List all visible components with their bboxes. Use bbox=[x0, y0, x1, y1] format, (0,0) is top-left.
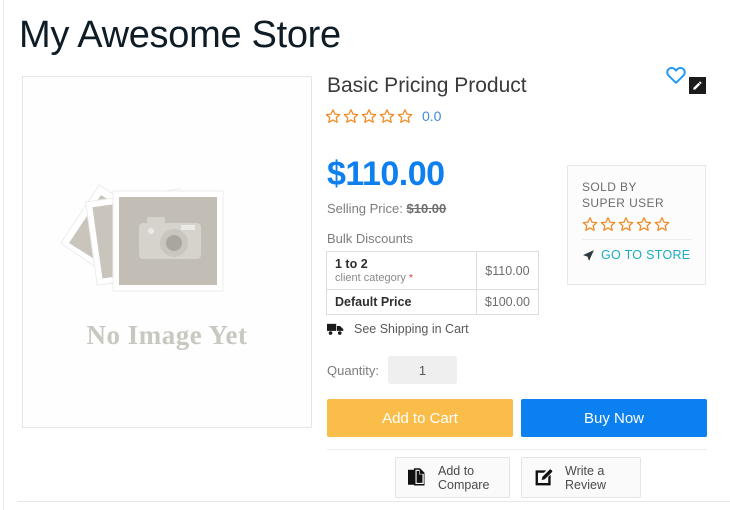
bulk-amount: $100.00 bbox=[475, 289, 540, 315]
bulk-tier-cell: 1 to 2 client category * bbox=[326, 251, 477, 290]
star-outline-icon[interactable] bbox=[636, 216, 652, 232]
write-review-button[interactable]: Write a Review bbox=[521, 457, 641, 498]
no-image-label: No Image Yet bbox=[86, 320, 248, 350]
page-bottom-divider bbox=[17, 501, 730, 502]
heart-icon[interactable] bbox=[665, 64, 687, 86]
no-image-graphic: No Image Yet bbox=[47, 157, 287, 350]
quantity-row: Quantity: bbox=[327, 356, 458, 384]
star-outline-icon[interactable] bbox=[379, 108, 395, 124]
rating-value: 0.0 bbox=[422, 108, 442, 124]
bulk-tier-name: 1 to 2 bbox=[335, 257, 368, 271]
store-title: My Awesome Store bbox=[19, 14, 341, 56]
quantity-label: Quantity: bbox=[327, 362, 380, 378]
write-review-line2: Review bbox=[565, 477, 606, 492]
go-to-store-link[interactable]: GO TO STORE bbox=[582, 248, 705, 262]
bulk-discounts-label: Bulk Discounts bbox=[327, 231, 413, 246]
go-to-store-label: GO TO STORE bbox=[601, 248, 691, 262]
bulk-amount: $110.00 bbox=[475, 251, 540, 290]
write-review-line1: Write a bbox=[565, 463, 605, 478]
star-outline-icon[interactable] bbox=[361, 108, 377, 124]
camera-icon bbox=[139, 217, 201, 259]
quantity-input[interactable] bbox=[388, 356, 458, 384]
bulk-tier-cell: Default Price bbox=[326, 289, 477, 315]
buy-now-button[interactable]: Buy Now bbox=[521, 399, 707, 437]
rating-stars[interactable] bbox=[325, 108, 413, 124]
pencil-edit-icon[interactable] bbox=[689, 77, 706, 94]
star-outline-icon[interactable] bbox=[600, 216, 616, 232]
star-outline-icon[interactable] bbox=[582, 216, 598, 232]
product-image-placeholder[interactable]: No Image Yet bbox=[22, 76, 312, 428]
sold-by-label: SOLD BY bbox=[582, 180, 637, 194]
seller-name: SUPER USER bbox=[582, 196, 665, 210]
page-left-border bbox=[3, 0, 4, 510]
star-outline-icon[interactable] bbox=[325, 108, 341, 124]
product-title: Basic Pricing Product bbox=[327, 74, 527, 97]
shipping-note[interactable]: See Shipping in Cart bbox=[327, 322, 469, 336]
star-outline-icon[interactable] bbox=[618, 216, 634, 232]
copy-documents-icon bbox=[408, 467, 425, 485]
product-price: $110.00 bbox=[327, 155, 445, 193]
actions-divider bbox=[327, 449, 707, 450]
star-outline-icon[interactable] bbox=[397, 108, 413, 124]
bulk-tier-sub-label: client category bbox=[335, 272, 406, 284]
seller-rating-stars[interactable] bbox=[582, 216, 705, 232]
bulk-tier-name: Default Price bbox=[335, 295, 412, 309]
navigation-arrow-icon bbox=[583, 249, 594, 261]
add-to-compare-line2: Compare bbox=[438, 477, 490, 492]
star-outline-icon[interactable] bbox=[343, 108, 359, 124]
product-detail-page: My Awesome Store No Image Yet Basic Pric… bbox=[0, 0, 730, 510]
table-row: 1 to 2 client category * $110.00 bbox=[326, 251, 540, 290]
table-row: Default Price $100.00 bbox=[326, 289, 540, 315]
selling-price-value: $10.00 bbox=[406, 201, 447, 216]
required-asterisk: * bbox=[409, 273, 413, 284]
add-to-compare-line1: Add to bbox=[438, 463, 475, 478]
bulk-discounts-table: 1 to 2 client category * $110.00 Default… bbox=[326, 251, 540, 315]
star-outline-icon[interactable] bbox=[654, 216, 670, 232]
pencil-square-icon bbox=[535, 469, 553, 486]
sold-by-card: SOLD BY SUPER USER GO TO STORE bbox=[567, 165, 706, 285]
add-to-compare-label: Add to Compare bbox=[438, 464, 489, 492]
write-review-label: Write a Review bbox=[565, 464, 606, 492]
add-to-cart-button[interactable]: Add to Cart bbox=[327, 399, 513, 437]
stacked-photos-icon bbox=[60, 184, 224, 292]
sold-by-divider bbox=[582, 239, 692, 240]
add-to-compare-button[interactable]: Add to Compare bbox=[395, 457, 510, 498]
truck-icon bbox=[327, 323, 344, 335]
shipping-note-label: See Shipping in Cart bbox=[354, 322, 469, 336]
product-rating[interactable]: 0.0 bbox=[325, 108, 441, 124]
selling-price-label: Selling Price: bbox=[327, 201, 403, 216]
selling-price-line: Selling Price: $10.00 bbox=[327, 201, 446, 216]
bulk-tier-sub: client category * bbox=[335, 272, 468, 284]
